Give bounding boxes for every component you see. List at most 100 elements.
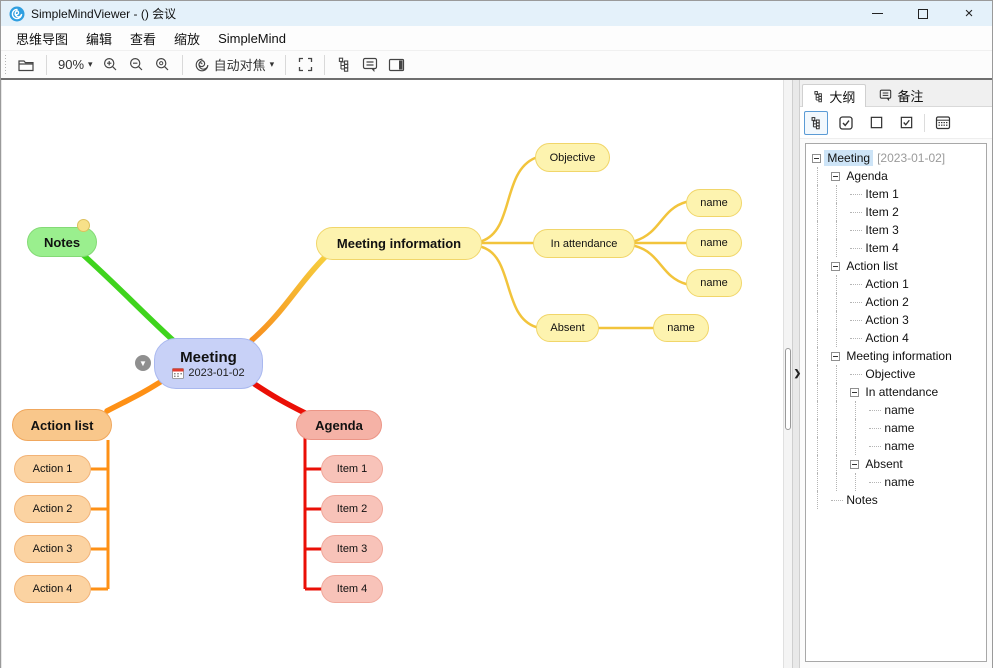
tree-indent (831, 329, 850, 347)
tab-outline[interactable]: 大纲 (802, 84, 866, 107)
menu-view[interactable]: 查看 (121, 26, 165, 50)
uncheck-all-button[interactable] (864, 111, 888, 135)
tree-row[interactable]: Notes (812, 491, 986, 509)
node-notes[interactable]: Notes (27, 227, 97, 257)
node-action-list[interactable]: Action list (12, 409, 112, 441)
tree-row[interactable]: In attendance (812, 383, 986, 401)
menu-mindmap[interactable]: 思维导图 (7, 26, 77, 50)
tree-row[interactable]: Item 1 (812, 185, 986, 203)
tree-row[interactable]: Item 2 (812, 203, 986, 221)
node-meeting[interactable]: Meeting 2023-01-02 (154, 338, 263, 389)
node-agenda-item[interactable]: Item 3 (321, 535, 383, 563)
canvas-vertical-scrollbar[interactable] (783, 80, 792, 668)
zoom-out-button[interactable] (124, 53, 150, 77)
node-agenda[interactable]: Agenda (296, 410, 382, 440)
zoom-level-dropdown[interactable]: 90% ▾ (53, 53, 98, 77)
tree-row[interactable]: Agenda (812, 167, 986, 185)
minimize-button[interactable] (854, 1, 900, 26)
tree-row[interactable]: Action 4 (812, 329, 986, 347)
node-attendee-name[interactable]: name (686, 229, 742, 257)
zoom-reset-button[interactable] (150, 53, 176, 77)
zoom-in-button[interactable] (98, 53, 124, 77)
node-meeting-information[interactable]: Meeting information (316, 227, 482, 260)
tree-item-label[interactable]: name (881, 402, 917, 418)
menu-edit[interactable]: 编辑 (77, 26, 121, 50)
show-checked-button[interactable] (894, 111, 918, 135)
tree-expander-icon[interactable] (831, 352, 840, 361)
tree-row[interactable]: Action 2 (812, 293, 986, 311)
note-indicator-dot[interactable] (77, 219, 90, 232)
tree-item-label[interactable]: name (881, 438, 917, 454)
tree-item-label[interactable]: Item 3 (862, 222, 901, 238)
tree-row[interactable]: name (812, 419, 986, 437)
node-absent[interactable]: Absent (536, 314, 599, 342)
tab-notes[interactable]: 备注 (868, 83, 934, 106)
tree-item-label[interactable]: Absent (862, 456, 905, 472)
tree-row[interactable]: name (812, 401, 986, 419)
tree-row[interactable]: Meeting information (812, 347, 986, 365)
close-button[interactable]: × (946, 1, 992, 26)
node-attendee-name[interactable]: name (686, 269, 742, 297)
collapse-toggle-icon[interactable]: ▼ (135, 355, 151, 371)
fullscreen-button[interactable] (292, 53, 318, 77)
node-absent-name[interactable]: name (653, 314, 709, 342)
menu-simplemind[interactable]: SimpleMind (209, 26, 295, 50)
node-action-item[interactable]: Action 2 (14, 495, 91, 523)
tree-item-label[interactable]: Action 2 (862, 294, 911, 310)
tree-row[interactable]: Meeting[2023-01-02] (812, 149, 986, 167)
tree-item-label[interactable]: In attendance (862, 384, 941, 400)
tree-expander-icon[interactable] (831, 172, 840, 181)
tree-item-label[interactable]: Item 1 (862, 186, 901, 202)
tree-item-label[interactable]: Item 4 (862, 240, 901, 256)
splitter-collapse-icon[interactable]: ❯ (793, 368, 801, 379)
tree-row[interactable]: Action 1 (812, 275, 986, 293)
toggle-notes-button[interactable] (357, 53, 383, 77)
sidebar-splitter[interactable]: ❯ (792, 80, 800, 668)
tree-item-label[interactable]: Action 4 (862, 330, 911, 346)
tree-row[interactable]: Item 4 (812, 239, 986, 257)
open-file-button[interactable] (13, 53, 40, 77)
tree-row[interactable]: Action 3 (812, 311, 986, 329)
tree-expander-icon[interactable] (812, 154, 821, 163)
tree-item-label[interactable]: Notes (843, 492, 880, 508)
node-action-item[interactable]: Action 4 (14, 575, 91, 603)
scrollbar-thumb[interactable] (785, 348, 791, 430)
node-attendee-name[interactable]: name (686, 189, 742, 217)
toolbar-grip-icon[interactable] (3, 55, 9, 75)
tree-item-label[interactable]: name (881, 420, 917, 436)
node-action-item[interactable]: Action 1 (14, 455, 91, 483)
tree-row[interactable]: name (812, 473, 986, 491)
tree-item-label[interactable]: Meeting (824, 150, 873, 166)
tree-item-label[interactable]: Action 1 (862, 276, 911, 292)
toggle-panel-button[interactable] (383, 53, 410, 77)
tree-item-label[interactable]: Action 3 (862, 312, 911, 328)
tree-expander-icon[interactable] (831, 262, 840, 271)
node-in-attendance[interactable]: In attendance (533, 229, 635, 258)
menu-zoom[interactable]: 缩放 (165, 26, 209, 50)
tree-row[interactable]: name (812, 437, 986, 455)
node-agenda-item[interactable]: Item 4 (321, 575, 383, 603)
outline-mode-button[interactable] (804, 111, 828, 135)
tree-expander-icon[interactable] (850, 388, 859, 397)
tree-row[interactable]: Item 3 (812, 221, 986, 239)
node-agenda-item[interactable]: Item 2 (321, 495, 383, 523)
tree-item-label[interactable]: name (881, 474, 917, 490)
tree-item-label[interactable]: Agenda (843, 168, 890, 184)
tree-item-label[interactable]: Action list (843, 258, 900, 274)
tree-row[interactable]: Absent (812, 455, 986, 473)
toggle-outline-button[interactable] (331, 53, 357, 77)
tree-item-label[interactable]: Item 2 (862, 204, 901, 220)
node-agenda-item[interactable]: Item 1 (321, 455, 383, 483)
tree-row[interactable]: Objective (812, 365, 986, 383)
node-action-item[interactable]: Action 3 (14, 535, 91, 563)
tree-item-label[interactable]: Meeting information (843, 348, 954, 364)
tree-row[interactable]: Action list (812, 257, 986, 275)
node-objective[interactable]: Objective (535, 143, 610, 172)
tree-item-label[interactable]: Objective (862, 366, 918, 382)
mindmap-canvas[interactable]: Notes ▼ Meeting 2023-01-02 Meeting infor… (1, 80, 792, 668)
maximize-button[interactable] (900, 1, 946, 26)
tree-expander-icon[interactable] (850, 460, 859, 469)
check-all-button[interactable] (834, 111, 858, 135)
autofocus-button[interactable]: 自动对焦 ▾ (189, 53, 280, 77)
show-dates-button[interactable] (931, 111, 955, 135)
